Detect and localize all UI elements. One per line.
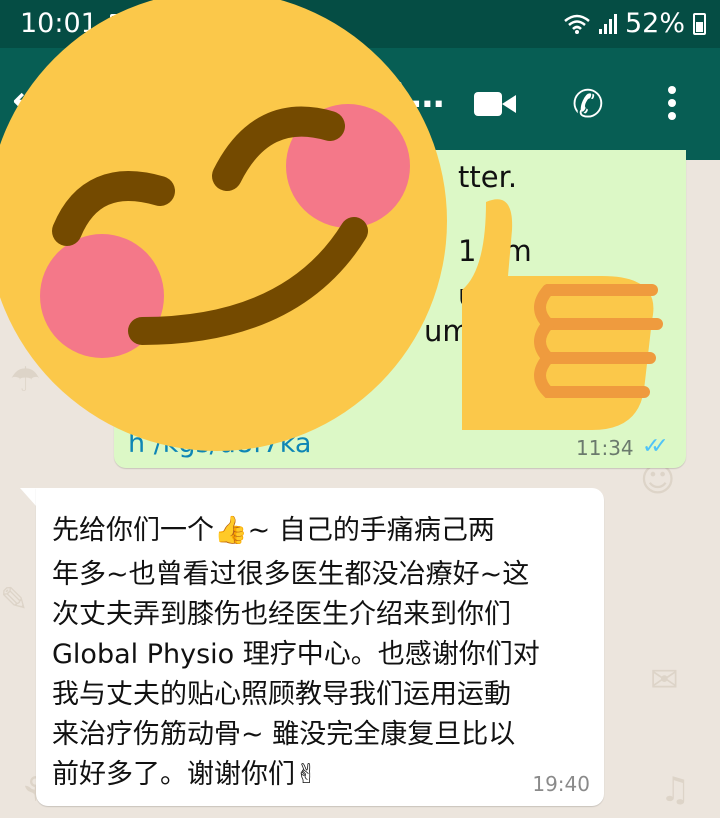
read-receipt-icon: ✓✓ xyxy=(642,434,669,459)
victory-hand-emoji-icon: ✌ xyxy=(295,759,318,790)
message-text-line: 年多~也曾看过很多医生都没冶療好~这 xyxy=(52,559,530,590)
message-text-line: 次丈夫弄到膝伤也经医生介绍来到你们 xyxy=(52,599,511,630)
message-text-line: 来治疗伤筋动骨~ 雖没完全康复旦比以 xyxy=(52,719,516,750)
message-text-line: Global Physio 理疗中心。也感谢你们对 xyxy=(52,639,540,670)
thumbs-up-emoji-icon: 👍 xyxy=(214,515,248,546)
smiley-sticker-icon xyxy=(0,0,447,451)
message-text-line: 先给你们一个 xyxy=(52,515,214,546)
battery-percent: 52% xyxy=(624,8,685,39)
incoming-bubble-tail xyxy=(20,488,36,506)
message-text-line: ~ 自己的手痛病己两 xyxy=(247,515,495,546)
incoming-message-bubble[interactable]: 先给你们一个👍~ 自己的手痛病己两 年多~也曾看过很多医生都没冶療好~这 次丈夫… xyxy=(36,488,604,806)
wifi-icon xyxy=(564,14,590,34)
message-text-line: 前好多了。谢谢你们 xyxy=(52,759,295,790)
message-time: 19:40 xyxy=(532,772,590,796)
more-options-icon[interactable] xyxy=(668,86,678,125)
thumbs-up-sticker-icon xyxy=(462,199,663,430)
message-text-fragment: tter. xyxy=(458,160,518,194)
message-time: 11:34 xyxy=(576,436,634,460)
message-text-line: 我与丈夫的贴心照顾教导我们运用运動 xyxy=(52,679,511,710)
battery-icon xyxy=(693,12,706,35)
signal-icon xyxy=(598,13,617,34)
phone-icon[interactable]: ✆ xyxy=(572,82,604,126)
